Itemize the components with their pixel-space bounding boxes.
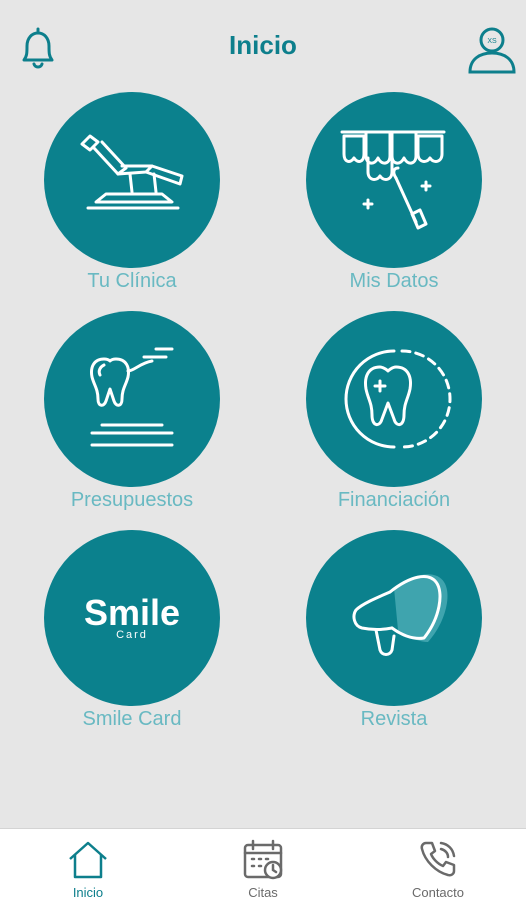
tile-mis-datos[interactable]: Mis Datos bbox=[294, 92, 494, 322]
home-icon bbox=[69, 841, 107, 879]
tile-label: Mis Datos bbox=[349, 270, 439, 292]
tile-circle bbox=[44, 92, 220, 268]
page-title: Inicio bbox=[229, 30, 297, 60]
phone-icon bbox=[420, 841, 456, 877]
tile-revista[interactable]: Revista bbox=[294, 530, 494, 760]
teeth-tool-icon bbox=[340, 130, 446, 230]
tile-financiacion[interactable]: Financiación bbox=[294, 311, 494, 541]
tile-label: Smile Card bbox=[82, 708, 182, 730]
tile-label: Revista bbox=[360, 708, 428, 730]
nav-label: Citas bbox=[248, 885, 278, 900]
tile-label: Presupuestos bbox=[70, 489, 194, 511]
megaphone-icon bbox=[352, 574, 448, 656]
profile-initials: XS bbox=[487, 38, 497, 45]
smile-card-logo-word: Smile bbox=[84, 592, 180, 633]
tile-presupuestos[interactable]: Presupuestos bbox=[32, 311, 232, 541]
dental-chair-icon bbox=[80, 134, 184, 210]
tile-circle bbox=[306, 311, 482, 487]
nav-label: Inicio bbox=[72, 885, 104, 900]
tile-smile-card[interactable]: Smile Card Smile Card bbox=[32, 530, 232, 760]
nav-item-contacto[interactable]: Contacto bbox=[378, 829, 498, 901]
tile-circle bbox=[306, 92, 482, 268]
tile-circle: Smile Card bbox=[44, 530, 220, 706]
tile-label: Financiación bbox=[337, 489, 451, 511]
user-profile-icon[interactable]: XS bbox=[466, 25, 518, 75]
tile-label: Tu Clínica bbox=[87, 270, 177, 292]
tile-circle bbox=[306, 530, 482, 706]
tooth-cycle-icon bbox=[344, 349, 452, 449]
tile-tu-clinica[interactable]: Tu Clínica bbox=[32, 92, 232, 322]
smile-card-logo: Smile Card bbox=[84, 592, 180, 641]
nav-label: Contacto bbox=[411, 885, 465, 900]
calendar-clock-icon bbox=[243, 839, 283, 880]
nav-item-inicio[interactable]: Inicio bbox=[28, 829, 148, 901]
bottom-nav: Inicio Citas Contacto bbox=[0, 828, 526, 901]
app-header: Inicio XS bbox=[0, 0, 526, 95]
smile-card-logo-sub: Card bbox=[116, 629, 148, 641]
tile-circle bbox=[44, 311, 220, 487]
tooth-document-icon bbox=[90, 347, 174, 447]
nav-item-citas[interactable]: Citas bbox=[203, 829, 323, 901]
